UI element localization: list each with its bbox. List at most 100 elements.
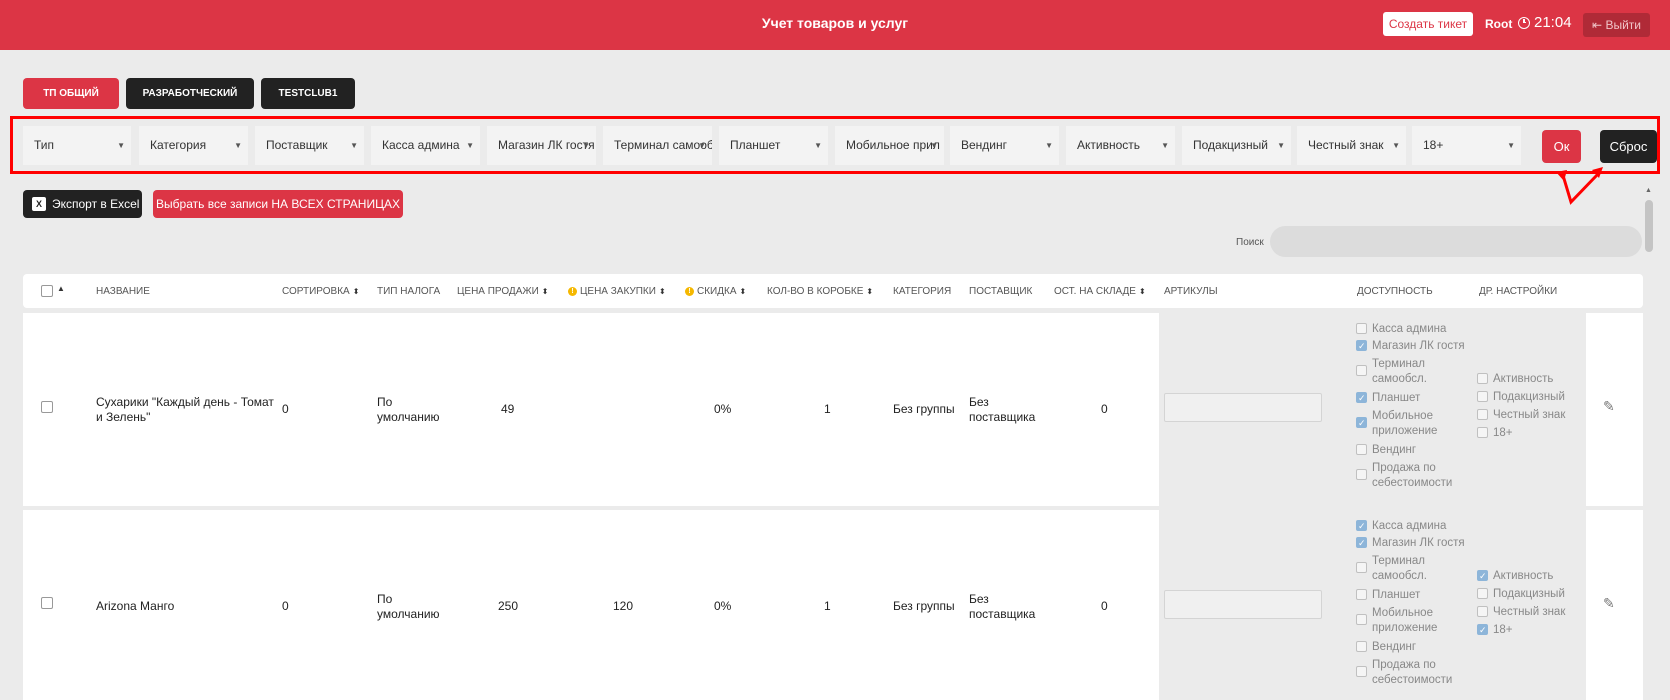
availability-item[interactable]: Касса админа (1356, 322, 1446, 337)
filter-vending[interactable]: Вендинг ▼ (950, 126, 1059, 165)
scrollbar-thumb[interactable] (1645, 200, 1653, 252)
filter-mobile-app[interactable]: Мобильное прил ▼ (835, 126, 944, 165)
tab-tp-general[interactable]: ТП ОБЩИЙ (23, 78, 119, 109)
annotation-arrow-line (1560, 171, 1600, 205)
other-setting-item[interactable]: Активность (1477, 372, 1553, 387)
other-setting-checkbox[interactable] (1477, 409, 1488, 420)
filter-activity[interactable]: Активность ▼ (1066, 126, 1175, 165)
export-excel-label: Экспорт в Excel (52, 197, 140, 211)
other-setting-item[interactable]: Подакцизный (1477, 587, 1565, 602)
product-discount: 0% (714, 599, 732, 613)
availability-checkbox[interactable] (1356, 323, 1367, 334)
select-all-pages-button[interactable]: Выбрать все записи НА ВСЕХ СТРАНИЦАХ (153, 190, 403, 218)
export-excel-button[interactable]: X Экспорт в Excel (23, 190, 142, 218)
column-header-sort[interactable]: СОРТИРОВКА ⬍ (282, 286, 359, 297)
scrollbar[interactable] (1643, 186, 1653, 700)
availability-label: Мобильное приложение (1372, 607, 1438, 634)
availability-item[interactable]: Касса админа (1356, 519, 1446, 534)
other-setting-item[interactable]: Активность (1477, 569, 1554, 584)
availability-item[interactable]: Терминал самообсл. (1356, 554, 1442, 584)
availability-checkbox[interactable] (1356, 416, 1367, 431)
edit-pencil-icon[interactable]: ✎ (1603, 398, 1615, 415)
availability-item[interactable]: Продажа по себестоимости (1356, 658, 1462, 688)
filter-self-terminal[interactable]: Терминал самообс ▼ (603, 126, 712, 165)
create-ticket-button[interactable]: Создать тикет (1383, 12, 1473, 36)
availability-checkbox[interactable] (1356, 536, 1367, 551)
scroll-up-arrow-icon[interactable]: ▲ (1645, 187, 1652, 194)
filter-reset-button[interactable]: Сброс (1600, 130, 1657, 163)
availability-item[interactable]: Планшет (1356, 391, 1420, 406)
clock-time: 21:04 (1534, 14, 1572, 31)
availability-label: Продажа по себестоимости (1372, 462, 1453, 489)
edit-pencil-icon[interactable]: ✎ (1603, 595, 1615, 612)
column-header-box-qty[interactable]: КОЛ-ВО В КОРОБКЕ ⬍ (767, 286, 873, 297)
column-header-cost[interactable]: ! ЦЕНА ЗАКУПКИ ⬍ (568, 286, 666, 297)
column-header-discount[interactable]: ! СКИДКА ⬍ (685, 286, 746, 297)
other-setting-checkbox[interactable] (1477, 373, 1488, 384)
availability-item[interactable]: Мобильное приложение (1356, 409, 1457, 439)
other-setting-item[interactable]: 18+ (1477, 623, 1513, 638)
select-all-checkbox[interactable] (41, 285, 53, 297)
sort-icon[interactable]: ▲ (57, 284, 65, 293)
filter-admin-cash[interactable]: Касса админа ▼ (371, 126, 480, 165)
filter-ok-button[interactable]: Ок (1542, 130, 1581, 163)
availability-checkbox[interactable] (1356, 444, 1367, 455)
availability-checkbox[interactable] (1356, 589, 1367, 600)
availability-label: Магазин ЛК гостя (1372, 537, 1465, 549)
column-header-category[interactable]: КАТЕГОРИЯ (893, 286, 951, 297)
column-header-supplier[interactable]: ПОСТАВЩИК (969, 286, 1032, 297)
availability-item[interactable]: Терминал самообсл. (1356, 357, 1442, 387)
other-setting-item[interactable]: Честный знак (1477, 408, 1566, 423)
other-setting-checkbox[interactable] (1477, 606, 1488, 617)
filter-guest-shop[interactable]: Магазин ЛК гостя ▼ (487, 126, 596, 165)
availability-checkbox[interactable] (1356, 641, 1367, 652)
column-header-price[interactable]: ЦЕНА ПРОДАЖИ ⬍ (457, 286, 549, 297)
other-setting-label: Честный знак (1493, 409, 1566, 421)
availability-item[interactable]: Планшет (1356, 588, 1420, 603)
logout-button[interactable]: ⇤ Выйти (1583, 13, 1650, 37)
row-checkbox[interactable] (41, 401, 53, 413)
availability-item[interactable]: Магазин ЛК гостя (1356, 339, 1465, 354)
availability-checkbox[interactable] (1356, 562, 1367, 573)
other-setting-checkbox[interactable] (1477, 391, 1488, 402)
other-setting-checkbox[interactable] (1477, 588, 1488, 599)
other-setting-item[interactable]: Честный знак (1477, 605, 1565, 620)
filter-category[interactable]: Категория ▼ (139, 126, 248, 165)
other-setting-label: Активность (1493, 570, 1554, 582)
article-input[interactable] (1164, 590, 1322, 619)
availability-item[interactable]: Магазин ЛК гостя (1356, 536, 1465, 551)
availability-label: Вендинг (1372, 444, 1417, 456)
filter-supplier[interactable]: Поставщик ▼ (255, 126, 364, 165)
column-header-stock[interactable]: ОСТ. НА СКЛАДЕ ⬍ (1054, 286, 1146, 297)
other-setting-checkbox[interactable] (1477, 623, 1488, 638)
other-setting-item[interactable]: Подакцизный (1477, 390, 1565, 405)
tab-testclub1[interactable]: TESTCLUB1 (261, 78, 355, 109)
availability-checkbox[interactable] (1356, 666, 1367, 677)
other-setting-checkbox[interactable] (1477, 427, 1488, 438)
availability-item[interactable]: Продажа по себестоимости (1356, 461, 1462, 491)
availability-checkbox[interactable] (1356, 469, 1367, 480)
availability-checkbox[interactable] (1356, 519, 1367, 534)
row-checkbox[interactable] (41, 597, 53, 609)
article-input[interactable] (1164, 393, 1322, 422)
filter-tablet[interactable]: Планшет ▼ (719, 126, 828, 165)
other-setting-item[interactable]: 18+ (1477, 426, 1513, 441)
availability-checkbox[interactable] (1356, 339, 1367, 354)
availability-checkbox[interactable] (1356, 614, 1367, 625)
availability-checkbox[interactable] (1356, 391, 1367, 406)
availability-item[interactable]: Вендинг (1356, 443, 1417, 458)
column-header-tax[interactable]: ТИП НАЛОГА (377, 286, 440, 297)
filter-excise[interactable]: Подакцизный ▼ (1182, 126, 1291, 165)
tab-developer[interactable]: РАЗРАБОТЧЕСКИЙ (126, 78, 254, 109)
search-input[interactable] (1270, 226, 1642, 257)
availability-item[interactable]: Мобильное приложение (1356, 606, 1457, 636)
filter-honest-sign[interactable]: Честный знак ▼ (1297, 126, 1406, 165)
filter-age-18[interactable]: 18+ ▼ (1412, 126, 1521, 165)
availability-checkbox[interactable] (1356, 365, 1367, 376)
user-name: Root (1485, 17, 1513, 31)
column-header-name[interactable]: НАЗВАНИЕ (96, 286, 150, 297)
filter-type[interactable]: Тип ▼ (23, 126, 131, 165)
other-setting-checkbox[interactable] (1477, 569, 1488, 584)
warning-icon: ! (685, 287, 694, 296)
availability-item[interactable]: Вендинг (1356, 640, 1416, 655)
